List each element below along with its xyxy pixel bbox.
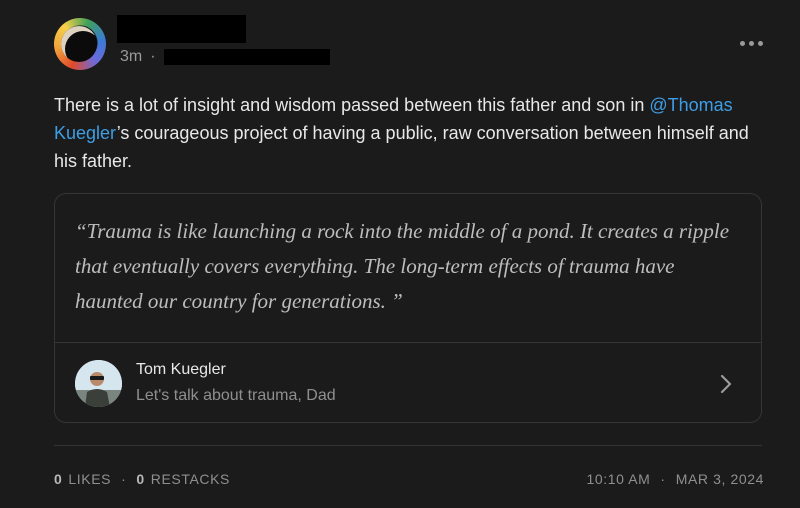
author-subtitle: Let's talk about trauma, Dad xyxy=(136,387,336,404)
restacks-link[interactable]: 0 RESTACKS xyxy=(136,471,230,487)
post-meta: 3m · xyxy=(120,48,164,66)
restacks-label: RESTACKS xyxy=(150,471,230,487)
redacted-username xyxy=(117,15,246,43)
author-name: Tom Kuegler xyxy=(136,361,226,378)
quote-card[interactable]: “Trauma is like launching a rock into th… xyxy=(54,193,762,423)
timestamp-separator: · xyxy=(660,471,666,487)
time-ago: 3m xyxy=(120,48,143,65)
likes-label: LIKES xyxy=(68,471,112,487)
author-avatar xyxy=(75,360,122,407)
restacks-count: 0 xyxy=(136,471,145,487)
author-row[interactable]: Tom Kuegler Let's talk about trauma, Dad xyxy=(55,343,761,422)
post-date: MAR 3, 2024 xyxy=(675,471,764,487)
meta-separator: · xyxy=(150,48,156,65)
redacted-handle xyxy=(164,49,330,65)
stats-separator: · xyxy=(121,471,127,487)
quote-text: “Trauma is like launching a rock into th… xyxy=(75,219,730,313)
user-avatar[interactable] xyxy=(54,18,106,70)
more-options-icon[interactable] xyxy=(740,36,764,50)
footer-divider xyxy=(54,445,762,446)
post-timestamp: 10:10 AM · MAR 3, 2024 xyxy=(586,471,764,487)
post-body-before: There is a lot of insight and wisdom pas… xyxy=(54,95,650,115)
post-body-after: ’s courageous project of having a public… xyxy=(54,123,749,171)
likes-link[interactable]: 0 LIKES xyxy=(54,471,111,487)
post-body: There is a lot of insight and wisdom pas… xyxy=(54,91,772,175)
chevron-right-icon xyxy=(720,374,732,394)
post-time: 10:10 AM xyxy=(586,471,651,487)
likes-count: 0 xyxy=(54,471,63,487)
engagement-stats: 0 LIKES · 0 RESTACKS xyxy=(54,471,230,487)
